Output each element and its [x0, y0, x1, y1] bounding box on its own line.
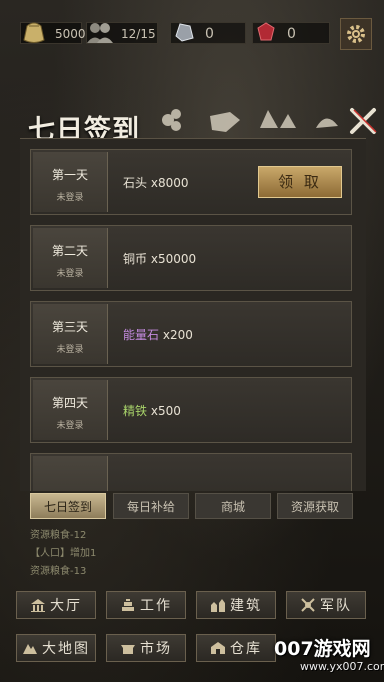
day-label-block: 第三天 未登录: [33, 304, 108, 364]
reward-name: 能量石: [123, 328, 160, 342]
resource-grain: 5000: [20, 22, 86, 44]
log-line: 资源粮食-13: [30, 566, 87, 577]
day-label-block: [33, 456, 108, 491]
day-name: 第二天: [51, 244, 88, 258]
resource-stone: 0: [170, 22, 246, 44]
reward-name: 精铁: [123, 404, 148, 418]
reward-name: 石头: [123, 176, 148, 190]
reward-qty: x500: [150, 404, 181, 418]
close-icon: [350, 108, 377, 134]
day-row-3: 第三天 未登录 能量石 x200: [30, 301, 352, 367]
nav-building-button[interactable]: 建筑: [196, 591, 276, 619]
ornament-icon: [162, 109, 338, 132]
claim-button[interactable]: 领 取: [258, 166, 342, 198]
day-row-4: 第四天 未登录 精铁 x500: [30, 377, 352, 443]
day-label-block: 第二天 未登录: [33, 228, 108, 288]
day-row-1: 第一天 未登录 石头 x8000 领 取: [30, 149, 352, 215]
nav-hall-button[interactable]: 大厅: [16, 591, 96, 619]
day-name: 第四天: [51, 396, 88, 410]
reward-text: 石头 x8000: [123, 174, 188, 191]
settings-button[interactable]: [340, 18, 372, 50]
day-row-2: 第二天 未登录 铜币 x50000: [30, 225, 352, 291]
world-map-icon: [23, 644, 37, 654]
reward-qty: x8000: [150, 176, 189, 190]
log-line: 资源粮食-12: [30, 530, 87, 541]
reward-text: 能量石 x200: [123, 326, 193, 343]
sign-in-panel: 第一天 未登录 石头 x8000 领 取 第二天 未登录 铜币 x50000 第…: [20, 138, 366, 491]
day-label-block: 第四天 未登录: [33, 380, 108, 440]
resource-population: 12/15: [86, 22, 158, 44]
nav-warehouse-button[interactable]: 仓库: [196, 634, 276, 662]
reward-qty: x200: [162, 328, 193, 342]
day-label-block: 第一天 未登录: [33, 152, 108, 212]
building-icon: [211, 599, 225, 612]
day-status: 未登录: [56, 421, 84, 431]
day-status: 未登录: [56, 269, 84, 279]
nav-army-label: 军队: [320, 598, 352, 614]
nav-army-button[interactable]: 军队: [286, 591, 366, 619]
resource-bar: 5000 12/15 0 0: [0, 0, 384, 68]
work-icon: [122, 599, 134, 611]
reward-text: 铜币 x50000: [123, 250, 196, 267]
grain-sack-icon: [17, 15, 51, 49]
day-name: 第一天: [51, 168, 88, 182]
warehouse-icon: [211, 642, 225, 654]
nav-work-button[interactable]: 工作: [106, 591, 186, 619]
watermark-logo: 007游戏网: [274, 638, 371, 660]
title-decoration: [156, 102, 346, 138]
gear-icon: [347, 25, 365, 43]
day-status: 未登录: [56, 345, 84, 355]
tab-daily-supply[interactable]: 每日补给: [113, 493, 189, 519]
tab-resource-acquire[interactable]: 资源获取: [277, 493, 353, 519]
hall-icon: [31, 599, 45, 612]
red-gem-icon: [249, 15, 283, 49]
population-icon: [83, 15, 117, 49]
nav-market-button[interactable]: 市场: [106, 634, 186, 662]
nav-world-map-button[interactable]: 大地图: [16, 634, 96, 662]
reward-qty: x50000: [150, 252, 197, 266]
nav-market-label: 市场: [140, 641, 172, 657]
reward-text: 精铁 x500: [123, 402, 181, 419]
close-button[interactable]: [346, 104, 380, 138]
tab-seven-day-sign-in[interactable]: 七日签到: [30, 493, 106, 519]
day-name: 第三天: [51, 320, 88, 334]
market-icon: [121, 645, 135, 654]
nav-hall-label: 大厅: [50, 598, 82, 614]
nav-building-label: 建筑: [230, 598, 262, 614]
log-line: 【人口】增加1: [30, 548, 97, 559]
nav-warehouse-label: 仓库: [230, 641, 262, 657]
nav-world-map-label: 大地图: [42, 641, 90, 657]
stone-icon: [167, 15, 201, 49]
resource-gem: 0: [252, 22, 330, 44]
reward-name: 铜币: [123, 252, 148, 266]
nav-work-label: 工作: [140, 598, 172, 614]
tab-shop[interactable]: 商城: [195, 493, 271, 519]
day-row-5-partial: [30, 453, 352, 491]
day-status: 未登录: [56, 193, 84, 203]
army-icon: [301, 598, 315, 612]
watermark-url: www.yx007.com: [300, 660, 384, 673]
